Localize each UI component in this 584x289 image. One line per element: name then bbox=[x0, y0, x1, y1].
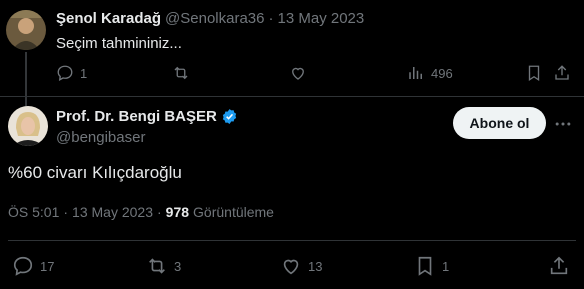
like-button[interactable] bbox=[289, 64, 313, 82]
tweet-divider bbox=[0, 96, 584, 97]
like-button[interactable]: 13 bbox=[280, 255, 322, 277]
author-handle[interactable]: @bengibaser bbox=[56, 129, 145, 146]
heart-icon bbox=[283, 259, 299, 275]
share-button[interactable] bbox=[553, 64, 571, 82]
meta-divider bbox=[8, 240, 576, 241]
more-options-button[interactable] bbox=[553, 114, 573, 139]
retweet-icon bbox=[174, 66, 188, 80]
tweet-time[interactable]: ÖS 5:01 bbox=[8, 204, 59, 220]
main-header: Prof. Dr. Bengi BAŞER bbox=[56, 108, 238, 125]
retweet-button[interactable] bbox=[172, 64, 196, 82]
like-count: 13 bbox=[308, 258, 323, 274]
heart-icon bbox=[292, 67, 304, 80]
share-icon bbox=[555, 65, 569, 80]
reply-button[interactable]: 17 bbox=[12, 255, 54, 277]
share-button[interactable] bbox=[548, 255, 570, 277]
views-count: 496 bbox=[431, 65, 453, 81]
bookmark-count: 1 bbox=[442, 258, 450, 274]
retweet-button[interactable]: 3 bbox=[146, 255, 181, 277]
bookmark-button[interactable]: 1 bbox=[414, 255, 449, 277]
bookmark-button[interactable] bbox=[525, 64, 543, 82]
reply-count: 1 bbox=[80, 65, 88, 81]
bookmark-icon bbox=[528, 65, 540, 82]
tweet-text: %60 civarı Kılıçdaroğlu bbox=[8, 163, 182, 182]
comment-icon bbox=[13, 256, 33, 276]
author-name[interactable]: Şenol Karadağ bbox=[56, 10, 161, 27]
avatar-senol[interactable] bbox=[6, 10, 46, 50]
share-icon bbox=[550, 256, 568, 275]
reply-text: Seçim tahmininiz... bbox=[56, 35, 182, 52]
separator: · bbox=[268, 10, 274, 27]
follow-button[interactable]: Abone ol bbox=[453, 107, 546, 139]
separator: · bbox=[63, 204, 69, 220]
tweet-meta: ÖS 5:01 · 13 May 2023 · 978 Görüntüleme bbox=[8, 204, 274, 220]
tweet-date[interactable]: 13 May 2023 bbox=[278, 10, 365, 27]
thread-line bbox=[25, 52, 27, 110]
retweet-icon bbox=[149, 258, 165, 274]
author-name[interactable]: Prof. Dr. Bengi BAŞER bbox=[56, 108, 217, 125]
retweet-count: 3 bbox=[174, 258, 182, 274]
views-button[interactable]: 496 bbox=[407, 64, 453, 82]
views-label: Görüntüleme bbox=[193, 204, 274, 220]
comment-icon bbox=[57, 65, 73, 81]
separator: · bbox=[157, 204, 162, 220]
analytics-icon bbox=[409, 67, 422, 79]
tweet-date[interactable]: 13 May 2023 bbox=[72, 204, 153, 220]
author-handle[interactable]: @Senolkara36 bbox=[165, 10, 264, 27]
avatar-bengi[interactable] bbox=[8, 106, 48, 146]
avatar-image bbox=[6, 10, 46, 50]
views-count: 978 bbox=[165, 204, 190, 220]
verified-badge-icon bbox=[222, 109, 237, 124]
reply-button[interactable]: 1 bbox=[56, 64, 87, 82]
avatar-image bbox=[8, 106, 48, 146]
reply-header: Şenol Karadağ @Senolkara36 · 13 May 2023 bbox=[56, 10, 364, 27]
reply-count: 17 bbox=[40, 258, 55, 274]
more-icon bbox=[555, 122, 571, 126]
bookmark-icon bbox=[418, 256, 432, 276]
